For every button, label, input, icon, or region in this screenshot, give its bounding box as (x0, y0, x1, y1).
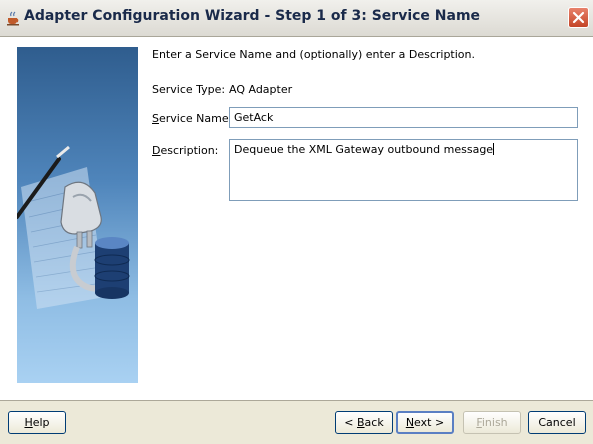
help-button[interactable]: Help (8, 411, 66, 434)
help-mnemonic: H (24, 416, 33, 429)
description-field[interactable]: Dequeue the XML Gateway outbound message (229, 139, 578, 201)
service-name-mnemonic: S (152, 112, 159, 125)
back-button[interactable]: < Back (335, 411, 393, 434)
service-name-value: GetAck (234, 111, 274, 124)
finish-label-rest: inish (481, 416, 508, 429)
database-icon (94, 237, 130, 299)
help-label-rest: elp (32, 416, 50, 429)
cancel-button[interactable]: Cancel (528, 411, 586, 434)
service-name-label-rest: ervice Name: (158, 112, 233, 125)
wizard-content: Enter a Service Name and (optionally) en… (0, 37, 593, 400)
text-cursor (493, 143, 495, 155)
service-name-label: Service Name: (152, 112, 232, 125)
window-title: Adapter Configuration Wizard - Step 1 of… (24, 8, 481, 24)
button-bar-separator (0, 400, 593, 401)
back-mnemonic: B (357, 416, 365, 429)
back-prefix: < (344, 416, 357, 429)
service-type-label: Service Type: (152, 83, 226, 96)
next-mnemonic: N (405, 416, 415, 429)
service-type-value: AQ Adapter (229, 83, 293, 96)
finish-button[interactable]: Finish (463, 411, 521, 434)
title-bar[interactable]: Adapter Configuration Wizard - Step 1 of… (0, 0, 593, 37)
next-label-rest: ext > (414, 416, 445, 429)
java-cup-icon (7, 11, 19, 26)
next-button[interactable]: Next > (396, 411, 454, 434)
description-value: Dequeue the XML Gateway outbound message (234, 143, 494, 156)
instructions-text: Enter a Service Name and (optionally) en… (152, 48, 475, 61)
description-label-rest: escription: (160, 144, 219, 157)
service-name-field[interactable]: GetAck (229, 107, 578, 128)
adapter-plug-illustration (17, 145, 130, 309)
adapter-config-wizard-dialog: Adapter Configuration Wizard - Step 1 of… (0, 0, 593, 444)
close-button[interactable] (568, 7, 589, 28)
description-label: Description: (152, 144, 218, 157)
back-label-rest: ack (364, 416, 384, 429)
wizard-side-banner (17, 47, 138, 383)
close-icon (572, 11, 585, 24)
